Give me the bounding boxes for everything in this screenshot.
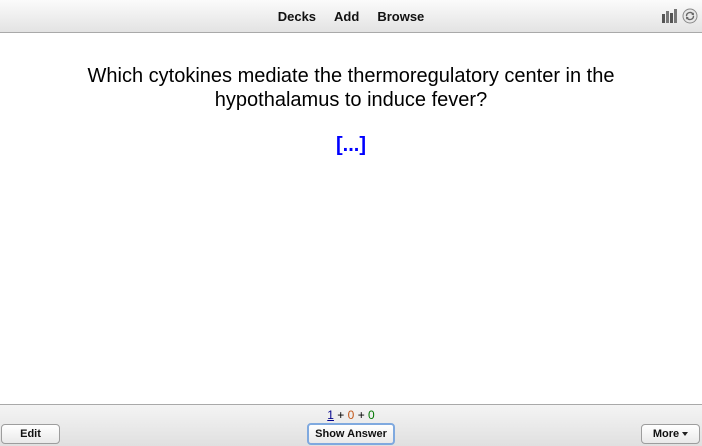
count-separator: +: [337, 408, 345, 422]
stats-icon[interactable]: [662, 9, 678, 23]
cloze-placeholder: [...]: [336, 134, 366, 156]
sync-icon[interactable]: [682, 8, 698, 24]
chevron-down-icon: [682, 431, 689, 436]
review-count: 0: [368, 408, 375, 422]
more-button[interactable]: More: [641, 424, 700, 444]
toolbar-icons: [662, 8, 698, 24]
top-nav: Decks Add Browse: [0, 0, 702, 33]
top-toolbar: Decks Add Browse: [0, 0, 702, 33]
new-count: 1: [327, 408, 334, 422]
card-area: Which cytokines mediate the thermoregula…: [0, 33, 702, 404]
show-answer-button[interactable]: Show Answer: [307, 423, 395, 445]
due-counts: 1 + 0 + 0: [0, 408, 702, 422]
decks-link[interactable]: Decks: [269, 9, 325, 24]
card-question: Which cytokines mediate the thermoregula…: [87, 65, 615, 111]
add-link[interactable]: Add: [325, 9, 368, 24]
bottom-bar: 1 + 0 + 0 Edit Show Answer More: [0, 404, 702, 446]
edit-button[interactable]: Edit: [1, 424, 60, 444]
browse-link[interactable]: Browse: [368, 9, 433, 24]
count-separator: +: [357, 408, 365, 422]
more-button-label: More: [652, 428, 680, 440]
learn-count: 0: [347, 408, 355, 422]
